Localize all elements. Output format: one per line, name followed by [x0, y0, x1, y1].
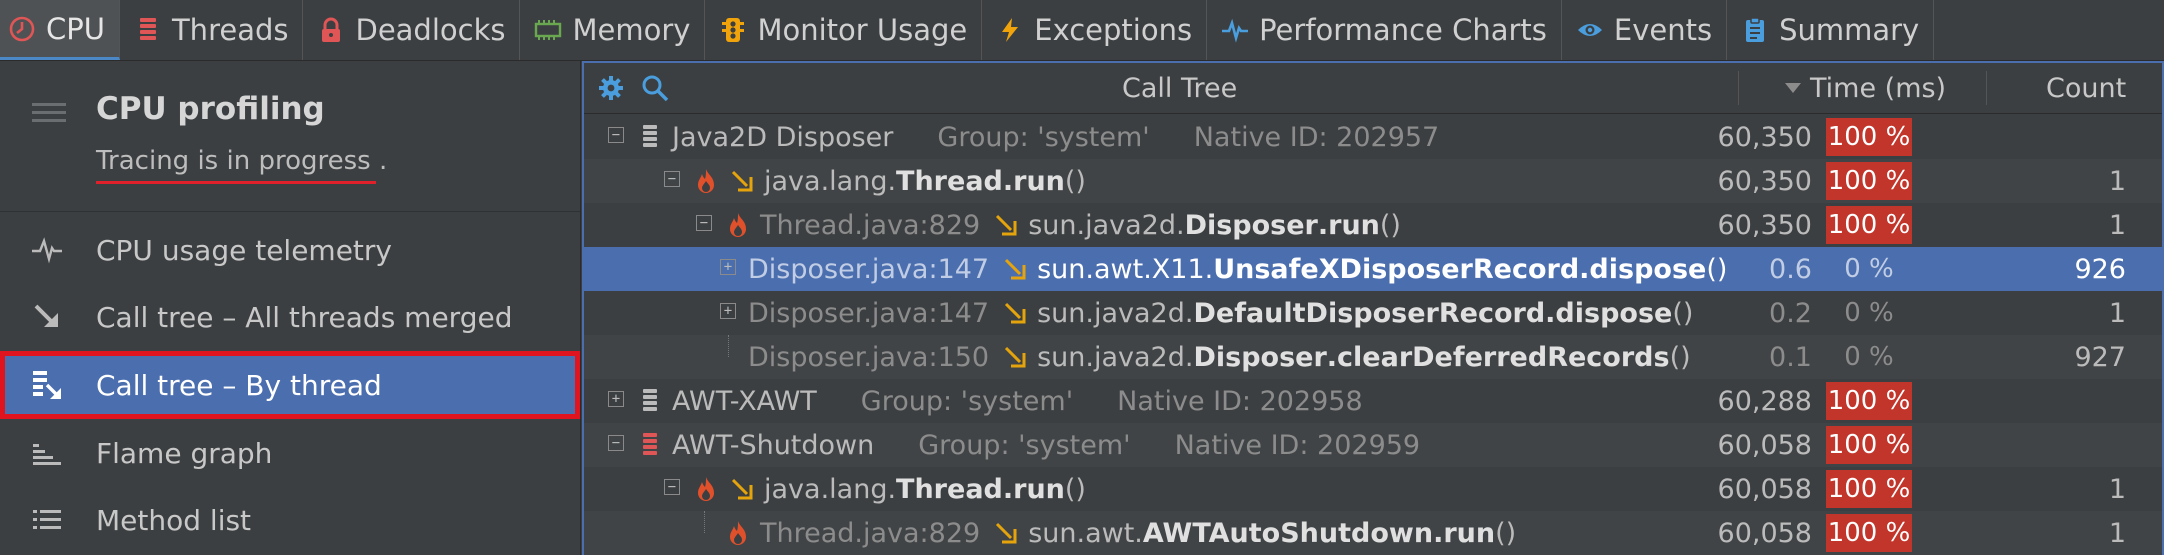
time-percent-bar: 100 % [1826, 206, 1912, 244]
tab-label: Exceptions [1034, 13, 1193, 47]
call-tree-header: Call Tree Time (ms) Count [584, 63, 2162, 114]
tab-threads[interactable]: Threads [120, 0, 304, 60]
recording-status: Tracing is in progress . [96, 146, 388, 176]
time-percent-bar: 0 % [1844, 254, 1894, 284]
invocation-count: 1 [2108, 209, 2126, 241]
sidebar-title: CPU profiling [96, 91, 325, 127]
invocation-count: 1 [2108, 165, 2126, 197]
column-header-time[interactable]: Time (ms) [1810, 63, 1946, 113]
column-separator [1738, 71, 1739, 105]
tab-deadlocks[interactable]: Deadlocks [303, 0, 521, 60]
sort-descending-icon [1784, 63, 1802, 113]
tab-label: Events [1613, 13, 1713, 47]
call-tree-panel: Call Tree Time (ms) Count − Java2D Dispos… [582, 61, 2164, 555]
time-value: 60,058 [1717, 429, 1812, 461]
time-percent-bar: 100 % [1826, 118, 1912, 156]
sidebar-item-call-tree-merged[interactable]: Call tree – All threads merged [0, 284, 580, 350]
flame-graph-icon [30, 436, 64, 470]
status-underline [96, 181, 376, 184]
time-percent-bar: 100 % [1826, 162, 1912, 200]
invocation-count: 1 [2108, 473, 2126, 505]
tab-label: Monitor Usage [757, 13, 968, 47]
sidebar-item-method-list[interactable]: Method list [0, 487, 580, 553]
column-header-count[interactable]: Count [2046, 63, 2126, 113]
time-value: 0.2 [1769, 297, 1812, 329]
time-percent-bar: 100 % [1826, 514, 1912, 552]
sidebar-item-flame-graph[interactable]: Flame graph [0, 420, 580, 486]
arrow-down-right-icon [30, 300, 64, 334]
time-value: 60,058 [1717, 517, 1812, 549]
sidebar-item-cpu-usage-telemetry[interactable]: CPU usage telemetry [0, 217, 580, 283]
tab-label: Summary [1779, 13, 1920, 47]
sidebar-item-label: Call tree – By thread [96, 368, 382, 402]
view-selector-sidebar: CPU profiling Tracing is in progress . C… [0, 61, 581, 555]
time-percent-bar: 100 % [1826, 426, 1912, 464]
tab-exceptions[interactable]: Exceptions [982, 0, 1208, 60]
column-header-call-tree[interactable]: Call Tree [1122, 63, 1237, 113]
tab-memory[interactable]: Memory [520, 0, 706, 60]
tab-label: Threads [171, 13, 289, 47]
sidebar-item-label: CPU usage telemetry [96, 233, 392, 267]
call-tree-row[interactable]: + Disposer.java:147 sun.awt.X11. UnsafeXDis… [584, 247, 2162, 291]
thread-row[interactable]: + AWT-XAWT Group: 'system' Native ID: 20295… [584, 379, 2162, 423]
sidebar-header: CPU profiling Tracing is in progress . [0, 61, 580, 212]
sidebar-item-label: Flame graph [96, 436, 273, 470]
tab-events[interactable]: Events [1562, 0, 1728, 60]
thread-row[interactable]: − AWT-Shutdown Group: 'system' Native ID: 2… [584, 423, 2162, 467]
time-percent-bar: 0 % [1844, 342, 1894, 372]
time-percent-bar: 100 % [1826, 382, 1912, 420]
tab-cpu[interactable]: CPU [0, 0, 120, 60]
thread-call-tree-icon [30, 368, 64, 402]
thread-row[interactable]: − Java2D Disposer Group: 'system' Native ID… [584, 115, 2162, 159]
call-tree-row[interactable]: − Thread.java:829 sun.java2d. Disposer .run(… [584, 203, 2162, 247]
tab-label: CPU [46, 11, 105, 46]
column-separator [1986, 71, 1987, 105]
search-icon[interactable] [640, 63, 670, 113]
tab-label: Memory [572, 13, 691, 47]
sidebar-item-call-tree-by-thread[interactable]: Call tree – By thread [0, 351, 580, 419]
time-value: 0.1 [1769, 341, 1812, 373]
tab-summary[interactable]: Summary [1727, 0, 1935, 60]
call-tree-row[interactable]: − java.lang. Thread .run() 60,350 100 % 1 [584, 159, 2162, 203]
memory-chip-icon [534, 16, 562, 44]
invocation-count: 926 [2074, 253, 2126, 285]
list-icon [30, 503, 64, 537]
call-tree-row[interactable]: + Disposer.java:147 sun.java2d. DefaultDisp… [584, 291, 2162, 335]
call-tree-row[interactable]: Thread.java:829 sun.awt. AWTAutoShutdown .r… [584, 511, 2162, 555]
time-percent-bar: 0 % [1844, 298, 1894, 328]
time-value: 0.6 [1769, 253, 1812, 285]
time-value: 60,350 [1717, 165, 1812, 197]
invocation-count: 927 [2074, 341, 2126, 373]
sidebar-item-label: Method list [96, 503, 252, 537]
view-tab-bar: CPU Threads Deadlocks Memory Monitor Usa… [0, 0, 2164, 61]
tab-label: Deadlocks [355, 13, 506, 47]
time-value: 60,058 [1717, 473, 1812, 505]
settings-gear-icon[interactable] [596, 63, 626, 113]
sidebar-item-label: Call tree – All threads merged [96, 300, 513, 334]
lightning-icon [996, 16, 1024, 44]
time-percent-bar: 100 % [1826, 470, 1912, 508]
pulse-icon [30, 233, 64, 267]
time-value: 60,288 [1717, 385, 1812, 417]
invocation-count: 1 [2108, 517, 2126, 549]
traffic-light-icon [719, 16, 747, 44]
hamburger-menu-icon[interactable] [32, 99, 66, 127]
pulse-icon [1221, 16, 1249, 44]
time-value: 60,350 [1717, 121, 1812, 153]
threads-icon [134, 16, 162, 44]
invocation-count: 1 [2108, 297, 2126, 329]
clock-icon [8, 15, 36, 43]
tab-performance-charts[interactable]: Performance Charts [1207, 0, 1562, 60]
tab-label: Performance Charts [1259, 13, 1547, 47]
lock-icon [317, 16, 345, 44]
call-tree-row[interactable]: Disposer.java:150 sun.java2d. Disposer .cle… [584, 335, 2162, 379]
tab-monitor-usage[interactable]: Monitor Usage [705, 0, 983, 60]
clipboard-icon [1741, 16, 1769, 44]
call-tree-row[interactable]: − java.lang. Thread .run() 60,058 100 % 1 [584, 467, 2162, 511]
eye-icon [1576, 16, 1604, 44]
time-value: 60,350 [1717, 209, 1812, 241]
